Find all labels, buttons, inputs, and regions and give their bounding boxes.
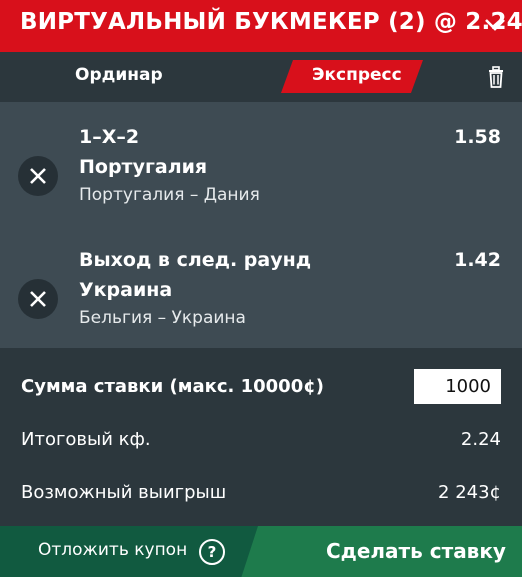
bet-market: 1–Х–2 bbox=[79, 126, 140, 148]
stake-label: Сумма ставки (макс. 10000¢) bbox=[21, 376, 324, 397]
bet-item: Выход в след. раунд Украина Бельгия – Ук… bbox=[0, 235, 522, 355]
chevron-down-icon[interactable] bbox=[480, 10, 510, 40]
total-odds-value: 2.24 bbox=[460, 429, 501, 450]
payout-label: Возможный выигрыш bbox=[21, 482, 227, 503]
total-odds-label: Итоговый кф. bbox=[21, 429, 151, 450]
bet-market: Выход в след. раунд bbox=[79, 249, 312, 271]
bet-odds: 1.58 bbox=[454, 126, 501, 148]
betslip-footer: Отложить купон ? Сделать ставку bbox=[0, 526, 522, 577]
bets-list: 1–Х–2 Португалия Португалия – Дания 1.58… bbox=[0, 102, 522, 348]
bet-event: Португалия – Дания bbox=[79, 185, 260, 205]
close-icon bbox=[30, 168, 46, 184]
tab-express[interactable]: Экспресс bbox=[312, 65, 402, 85]
close-icon bbox=[30, 291, 46, 307]
remove-bet-button[interactable] bbox=[18, 156, 58, 196]
payout-value: 2 243¢ bbox=[438, 482, 501, 503]
betslip-title: ВИРТУАЛЬНЫЙ БУКМЕКЕР (2) @ 2.24 bbox=[20, 9, 522, 35]
postpone-coupon-label[interactable]: Отложить купон bbox=[38, 540, 187, 560]
bet-selection: Португалия bbox=[79, 156, 208, 178]
trash-icon[interactable] bbox=[484, 65, 508, 89]
tab-single[interactable]: Ординар bbox=[75, 65, 163, 85]
stake-input[interactable] bbox=[414, 369, 501, 404]
bet-summary: Сумма ставки (макс. 10000¢) Итоговый кф.… bbox=[0, 348, 522, 526]
bet-event: Бельгия – Украина bbox=[79, 308, 246, 328]
bet-selection: Украина bbox=[79, 279, 173, 301]
place-bet-label[interactable]: Сделать ставку bbox=[326, 539, 506, 563]
bet-item: 1–Х–2 Португалия Португалия – Дания 1.58 bbox=[0, 112, 522, 232]
remove-bet-button[interactable] bbox=[18, 279, 58, 319]
bet-odds: 1.42 bbox=[454, 249, 501, 271]
help-icon[interactable]: ? bbox=[199, 539, 225, 565]
bet-type-tabs: Ординар Экспресс bbox=[0, 52, 522, 102]
betslip-header[interactable]: ВИРТУАЛЬНЫЙ БУКМЕКЕР (2) @ 2.24 bbox=[0, 0, 522, 52]
